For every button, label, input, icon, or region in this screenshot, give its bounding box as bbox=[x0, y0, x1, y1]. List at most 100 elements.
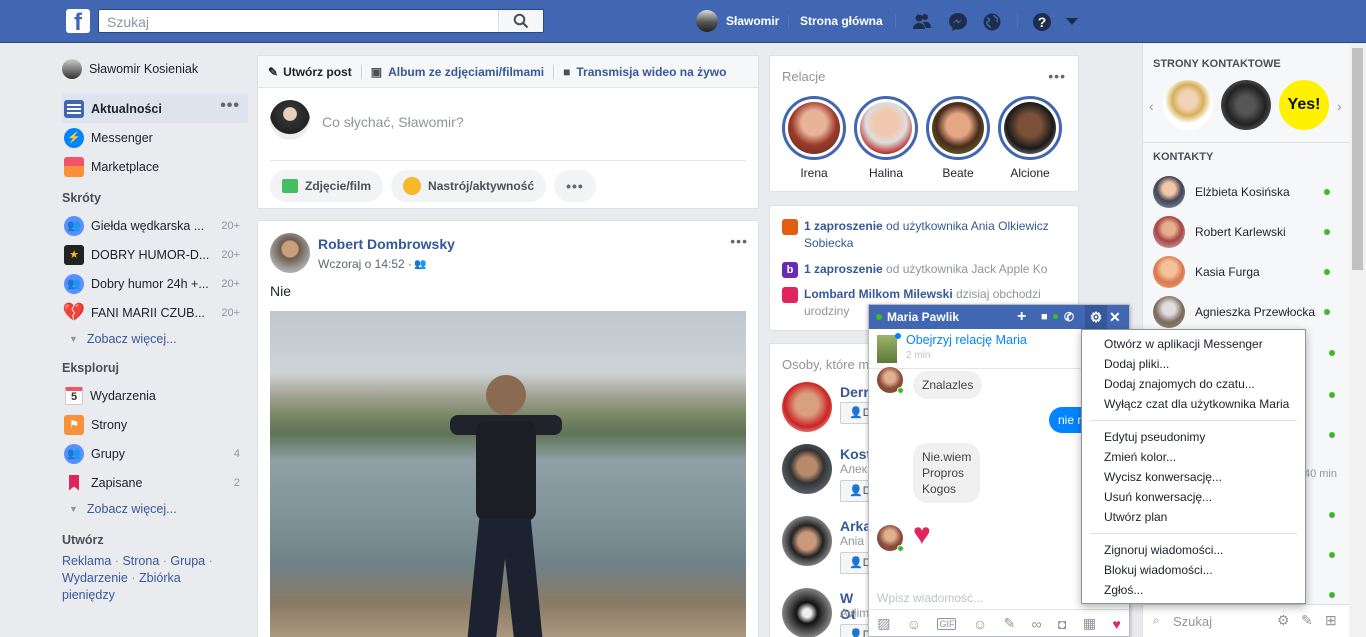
sidebar-profile[interactable]: Sławomir Kosieniak bbox=[62, 56, 248, 82]
composer-tab-live[interactable]: ■ Transmisja wideo na żywo bbox=[563, 65, 726, 79]
menu-item-create-plan[interactable]: Utwórz plan bbox=[1082, 507, 1305, 527]
pymk-item[interactable]: Kost Алек 👤D bbox=[782, 444, 880, 502]
attachment-icon[interactable]: ✎ bbox=[1004, 615, 1016, 632]
facebook-logo[interactable]: f bbox=[66, 9, 90, 33]
shortcut-item[interactable]: 💔 FANI MARII CZUB... 20+ bbox=[62, 298, 248, 327]
menu-item-add-files[interactable]: Dodaj pliki... bbox=[1082, 354, 1305, 374]
post-photo[interactable] bbox=[270, 311, 746, 637]
sidebar-item-marketplace[interactable]: Marketplace bbox=[62, 152, 248, 181]
post-time[interactable]: Wczoraj o 14:52 · bbox=[318, 257, 412, 271]
explore-item-saved[interactable]: Zapisane 2 bbox=[62, 468, 248, 497]
gif-icon[interactable]: GIF bbox=[937, 617, 957, 630]
sidebar-item-messenger[interactable]: ⚡ Messenger bbox=[62, 123, 248, 152]
explore-item-events[interactable]: 5 Wydarzenia bbox=[62, 381, 248, 410]
contact-page[interactable] bbox=[1221, 80, 1271, 130]
avatar[interactable] bbox=[270, 233, 310, 273]
contact-item[interactable]: Elżbieta Kosińska bbox=[1143, 172, 1350, 212]
chat-contact-name[interactable]: Maria Pawlik bbox=[887, 310, 959, 324]
story-link[interactable]: Obejrzyj relację Maria bbox=[906, 333, 1027, 347]
notifications-globe-icon[interactable] bbox=[982, 12, 1002, 32]
composer-tab-album[interactable]: ▣ Album ze zdjęciami/filmami bbox=[371, 65, 544, 79]
pymk-item[interactable]: Derri 👤D bbox=[782, 382, 880, 432]
explore-item-groups[interactable]: 👥 Grupy 4 bbox=[62, 439, 248, 468]
menu-item-open-messenger[interactable]: Otwórz w aplikacji Messenger bbox=[1082, 334, 1305, 354]
new-group-icon[interactable]: ⊞ bbox=[1325, 612, 1337, 629]
chevron-right-icon[interactable]: › bbox=[1337, 98, 1342, 114]
top-avatar[interactable] bbox=[696, 10, 718, 32]
home-link[interactable]: Strona główna bbox=[800, 10, 883, 32]
video-call-icon[interactable]: ■ bbox=[1041, 305, 1048, 329]
menu-item-mute[interactable]: Wycisz konwersację... bbox=[1082, 467, 1305, 487]
menu-item-turn-off-chat[interactable]: Wyłącz czat dla użytkownika Maria bbox=[1082, 394, 1305, 414]
menu-item-edit-nicknames[interactable]: Edytuj pseudonimy bbox=[1082, 427, 1305, 447]
feeling-activity-button[interactable]: Nastrój/aktywność bbox=[391, 170, 547, 202]
create-link-ad[interactable]: Reklama bbox=[62, 554, 111, 568]
menu-item-block[interactable]: Blokuj wiadomości... bbox=[1082, 560, 1305, 580]
more-options-button[interactable]: ••• bbox=[554, 170, 596, 202]
emoji-icon[interactable]: ☺ bbox=[973, 616, 987, 632]
post-options-icon[interactable]: ••• bbox=[730, 233, 748, 249]
camera-icon[interactable]: ◘ bbox=[1058, 616, 1066, 632]
see-more-explore[interactable]: ▼ Zobacz więcej... bbox=[62, 497, 248, 521]
divider bbox=[1143, 142, 1349, 143]
menu-item-delete-conversation[interactable]: Usuń konwersację... bbox=[1082, 487, 1305, 507]
create-link-event[interactable]: Wydarzenie bbox=[62, 571, 128, 585]
search-input[interactable]: Szukaj bbox=[98, 9, 544, 33]
link-icon[interactable]: ∞ bbox=[1032, 616, 1042, 632]
menu-item-ignore[interactable]: Zignoruj wiadomości... bbox=[1082, 540, 1305, 560]
invite-item[interactable]: b 1 zaproszenie od użytkownika Jack Appl… bbox=[782, 261, 1072, 278]
contact-item[interactable]: Kasia Furga bbox=[1143, 252, 1350, 292]
sidebar-item-news-feed[interactable]: Aktualności ••• bbox=[62, 94, 248, 123]
phone-call-icon[interactable]: ✆ bbox=[1064, 305, 1074, 329]
story-item[interactable]: Beate bbox=[926, 96, 990, 180]
gear-icon[interactable]: ⚙ bbox=[1085, 305, 1107, 329]
messenger-icon[interactable] bbox=[948, 12, 968, 32]
invite-item[interactable]: 1 zaproszenie od użytkownika Ania Olkiew… bbox=[782, 218, 1072, 252]
search-button[interactable] bbox=[498, 10, 543, 32]
composer-tab-post[interactable]: ✎ Utwórz post bbox=[268, 65, 352, 79]
games-icon[interactable]: ▦ bbox=[1083, 615, 1096, 632]
new-message-icon[interactable]: ✎ bbox=[1301, 612, 1313, 629]
pymk-item[interactable]: Arka Ania 👤D bbox=[782, 516, 880, 574]
menu-item-add-friends[interactable]: Dodaj znajomych do czatu... bbox=[1082, 374, 1305, 394]
sticker-icon[interactable]: ☺ bbox=[907, 616, 921, 632]
contact-page-yes[interactable]: Yes! bbox=[1279, 80, 1329, 130]
menu-item-change-color[interactable]: Zmień kolor... bbox=[1082, 447, 1305, 467]
like-heart-icon[interactable]: ♥ bbox=[1112, 616, 1120, 632]
stories-options-icon[interactable]: ••• bbox=[1048, 68, 1066, 84]
menu-item-report[interactable]: Zgłoś... bbox=[1082, 580, 1305, 600]
create-link-page[interactable]: Strona bbox=[122, 554, 159, 568]
chat-options-menu: Otwórz w aplikacji Messenger Dodaj pliki… bbox=[1081, 329, 1306, 604]
scrollbar-thumb[interactable] bbox=[1352, 48, 1363, 270]
explore-item-pages[interactable]: ⚑ Strony bbox=[62, 410, 248, 439]
more-options-icon[interactable]: ••• bbox=[220, 97, 240, 115]
pymk-item[interactable]: W Ot Avlim 👤D bbox=[782, 588, 880, 637]
chat-header[interactable]: Maria Pawlik + ■ ✆ ⚙ ✕ bbox=[869, 305, 1129, 329]
contact-item[interactable]: Robert Karlewski bbox=[1143, 212, 1350, 252]
photo-icon[interactable]: ▨ bbox=[877, 615, 890, 632]
gear-icon[interactable]: ⚙ bbox=[1277, 612, 1290, 629]
help-icon[interactable]: ? bbox=[1032, 12, 1052, 32]
contact-item[interactable]: Agnieszka Przewłocka bbox=[1143, 292, 1350, 332]
shortcut-item[interactable]: 👥 Giełda wędkarska ... 20+ bbox=[62, 211, 248, 240]
chat-input[interactable]: Wpisz wiadomość... bbox=[877, 591, 983, 605]
album-icon: ▣ bbox=[370, 64, 383, 79]
top-user-link[interactable]: Sławomir bbox=[726, 10, 779, 32]
close-icon[interactable]: ✕ bbox=[1109, 305, 1121, 329]
composer-input[interactable]: Co słychać, Sławomir? bbox=[322, 114, 464, 130]
story-item[interactable]: Alcione bbox=[998, 96, 1062, 180]
shortcut-item[interactable]: ★ DOBRY HUMOR-D... 20+ bbox=[62, 240, 248, 269]
chevron-left-icon[interactable]: ‹ bbox=[1149, 98, 1154, 114]
story-item[interactable]: Halina bbox=[854, 96, 918, 180]
shortcut-item[interactable]: 👥 Dobry humor 24h +... 20+ bbox=[62, 269, 248, 298]
chevron-down-icon[interactable] bbox=[1066, 18, 1078, 26]
create-link-group[interactable]: Grupa bbox=[170, 554, 205, 568]
photo-video-button[interactable]: Zdjęcie/film bbox=[270, 170, 384, 202]
add-person-icon[interactable]: + bbox=[1017, 305, 1026, 329]
contacts-search-input[interactable]: Szukaj bbox=[1173, 614, 1212, 629]
story-item[interactable]: Irena bbox=[782, 96, 846, 180]
contact-page[interactable] bbox=[1163, 80, 1213, 130]
see-more-shortcuts[interactable]: ▼ Zobacz więcej... bbox=[62, 327, 248, 351]
post-author[interactable]: Robert Dombrowsky bbox=[318, 236, 455, 252]
friend-requests-icon[interactable] bbox=[912, 12, 932, 32]
